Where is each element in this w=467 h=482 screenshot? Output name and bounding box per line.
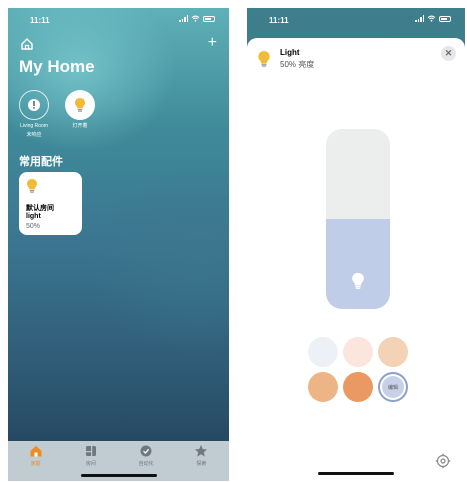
edit-label: 编辑 xyxy=(387,384,398,391)
room-label: 灯开着 xyxy=(72,123,88,129)
tab-label: 房间 xyxy=(85,461,96,467)
page-title: My Home xyxy=(19,57,95,76)
accessory-tile-light[interactable]: 默认房间 light 50% xyxy=(19,172,82,235)
color-swatch[interactable] xyxy=(308,372,338,402)
color-swatch[interactable] xyxy=(343,372,373,402)
battery-icon xyxy=(439,15,451,22)
tab-bar: 家庭 房间 自动化 探索 xyxy=(8,441,229,481)
accessory-name: light xyxy=(26,213,41,220)
detail-screen: 11:11 Light 50% 亮度 ✕ 编辑 xyxy=(247,8,465,481)
section-title: 常用配件 xyxy=(19,156,63,168)
color-swatch[interactable] xyxy=(343,337,373,367)
room-button-lights-on[interactable]: 灯开着 xyxy=(60,90,100,129)
add-icon[interactable]: + xyxy=(208,35,217,51)
lightbulb-icon xyxy=(75,98,85,112)
accessory-status: 50% xyxy=(26,223,41,230)
tab-label: 探索 xyxy=(196,461,207,467)
status-bar: 11:11 xyxy=(8,8,229,30)
tab-label: 家庭 xyxy=(30,461,41,467)
lightbulb-icon xyxy=(27,179,37,193)
close-icon: ✕ xyxy=(444,48,453,58)
accessory-detail-sheet: Light 50% 亮度 ✕ 编辑 xyxy=(247,38,465,481)
status-time: 11:11 xyxy=(30,16,50,25)
tab-discover[interactable]: 探索 xyxy=(181,444,221,481)
home-indicator[interactable] xyxy=(318,472,394,475)
room-sub-label: 未响应 xyxy=(26,132,42,138)
star-icon xyxy=(195,445,208,457)
edit-color-swatch[interactable]: 编辑 xyxy=(378,372,408,402)
brightness-status: 50% 亮度 xyxy=(280,60,315,69)
battery-icon xyxy=(203,15,215,22)
color-swatch[interactable] xyxy=(378,337,408,367)
home-icon[interactable] xyxy=(20,37,34,51)
signal-icon xyxy=(179,15,188,22)
wifi-icon xyxy=(191,15,200,22)
rooms-icon xyxy=(85,446,96,456)
gear-icon[interactable] xyxy=(435,453,451,469)
brightness-slider[interactable] xyxy=(326,129,390,309)
color-swatch[interactable] xyxy=(308,337,338,367)
status-bar: 11:11 xyxy=(247,8,465,30)
home-indicator[interactable] xyxy=(80,474,157,477)
accessory-room: 默认房间 xyxy=(26,205,54,212)
room-label: Living Room xyxy=(20,123,48,129)
signal-icon xyxy=(415,15,424,22)
exclamation-icon xyxy=(28,99,40,111)
wifi-icon xyxy=(427,15,436,22)
tab-home[interactable]: 家庭 xyxy=(16,444,56,481)
room-button-living-room[interactable]: Living Room 未响应 xyxy=(14,90,54,138)
automation-icon xyxy=(140,445,152,457)
status-time: 11:11 xyxy=(269,16,289,25)
home-icon xyxy=(30,445,42,457)
home-screen: 11:11 + My Home Living Room 未响应 灯开着 常用配件… xyxy=(8,8,229,481)
lightbulb-icon xyxy=(352,272,364,289)
brightness-fill xyxy=(326,219,390,309)
accessory-title: Light xyxy=(280,48,300,57)
lightbulb-icon xyxy=(258,51,270,67)
close-button[interactable]: ✕ xyxy=(441,46,456,61)
tab-label: 自动化 xyxy=(138,461,154,467)
